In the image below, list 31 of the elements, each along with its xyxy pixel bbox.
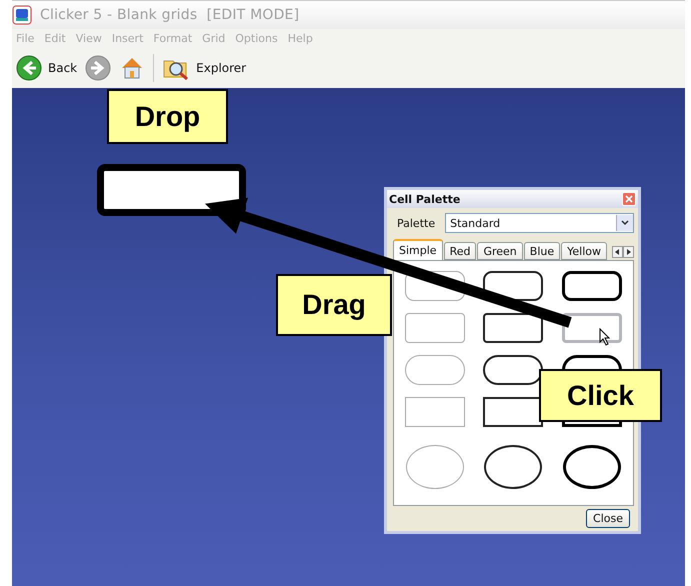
forward-button[interactable] bbox=[85, 55, 112, 81]
explorer-button[interactable]: Explorer bbox=[162, 55, 246, 81]
cell-style-option[interactable] bbox=[483, 313, 544, 343]
scroll-right-icon[interactable] bbox=[623, 246, 634, 258]
chevron-down-icon[interactable] bbox=[616, 215, 633, 231]
cell-style-option[interactable] bbox=[562, 271, 622, 301]
cell-style-option[interactable] bbox=[562, 313, 622, 343]
palette-tab[interactable]: Red bbox=[444, 242, 476, 260]
palette-tab[interactable]: Yellow bbox=[561, 242, 607, 260]
back-button[interactable]: Back bbox=[16, 55, 78, 81]
cell-style-option[interactable] bbox=[483, 355, 544, 385]
instruction-tooltip: Click bbox=[539, 369, 662, 422]
palette-tab[interactable]: Green bbox=[477, 242, 523, 260]
close-button[interactable]: Close bbox=[586, 509, 630, 528]
palette-dropdown[interactable]: Standard bbox=[445, 213, 634, 233]
scroll-left-icon[interactable] bbox=[612, 246, 623, 258]
dragged-cell[interactable] bbox=[97, 164, 246, 216]
palette-tab[interactable]: Simple bbox=[393, 239, 443, 260]
instruction-tooltip: Drag bbox=[276, 274, 392, 336]
close-icon[interactable] bbox=[622, 192, 636, 206]
cell-style-option[interactable] bbox=[405, 313, 466, 343]
app-icon bbox=[12, 5, 32, 25]
window-title: Clicker 5 - Blank grids [EDIT MODE] bbox=[40, 7, 300, 23]
dialog-title: Cell Palette bbox=[389, 192, 460, 206]
cell-style-option[interactable] bbox=[483, 397, 544, 427]
mouse-cursor-icon bbox=[598, 328, 611, 346]
cell-style-option[interactable] bbox=[405, 355, 466, 385]
cell-style-option[interactable] bbox=[405, 397, 466, 427]
instruction-tooltip: Drop bbox=[107, 89, 228, 144]
palette-label: Palette bbox=[397, 216, 436, 230]
palette-tab[interactable]: Blue bbox=[524, 242, 560, 260]
